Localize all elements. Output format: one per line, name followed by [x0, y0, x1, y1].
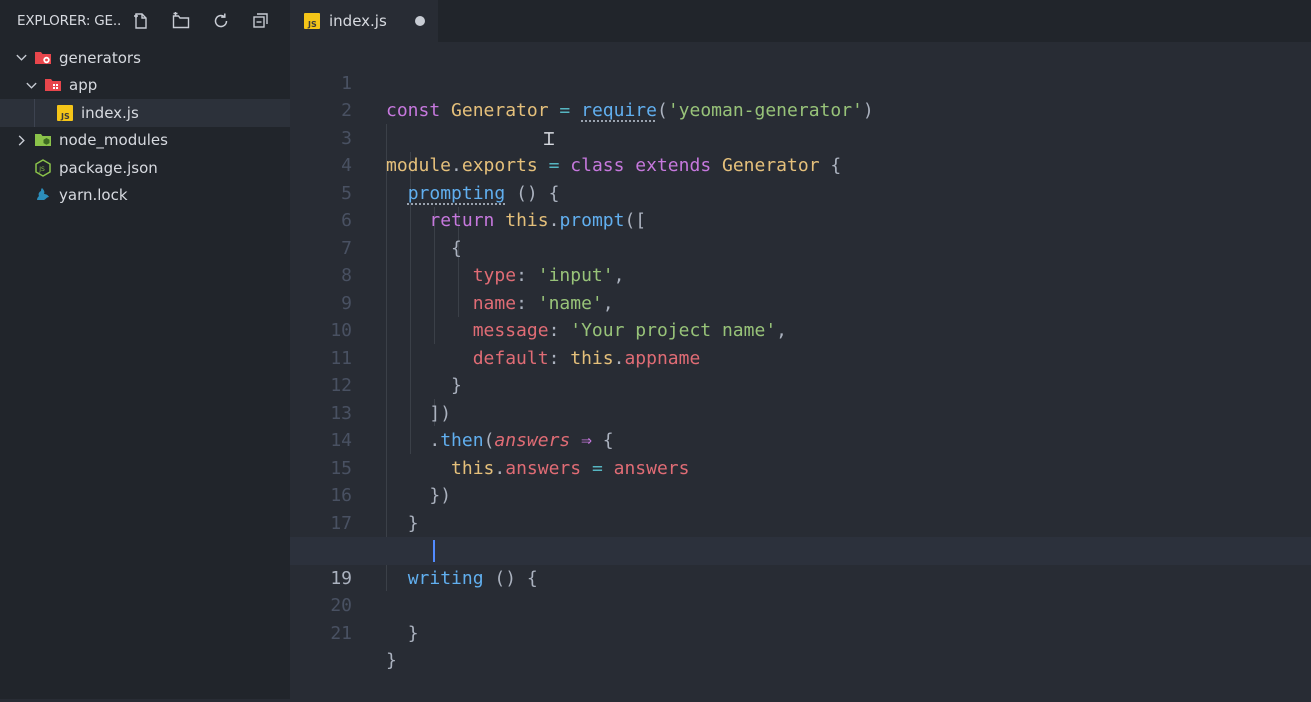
code-line[interactable]: 12 ]) [290, 345, 1311, 373]
code-line[interactable]: 4 prompting () { [290, 125, 1311, 153]
tab-index-js[interactable]: JS index.js [290, 0, 438, 42]
text-cursor [433, 540, 435, 562]
code-line[interactable]: 13 .then(answers ⇒ { [290, 372, 1311, 400]
tree-item-label: node_modules [59, 131, 168, 149]
js-file-icon: JS [56, 104, 74, 122]
file-tree: generators app JS index.js node_modules … [0, 44, 290, 209]
tree-indent-guide [34, 99, 35, 127]
new-folder-icon[interactable] [161, 8, 201, 34]
tree-item-label: generators [59, 49, 141, 67]
code-line[interactable]: 17 [290, 482, 1311, 510]
code-line[interactable]: 18 writing () { [290, 510, 1311, 538]
unsaved-dot-icon[interactable] [415, 16, 425, 26]
code-area[interactable]: 1 const Generator = require('yeoman-gene… [290, 42, 1311, 699]
chevron-right-icon [14, 133, 28, 147]
explorer-header: EXPLORER: GE... [0, 0, 290, 42]
code-line[interactable]: 8 name: 'name', [290, 235, 1311, 263]
folder-generators-icon [34, 49, 52, 67]
code-line[interactable]: 3 module.exports = class extends Generat… [290, 97, 1311, 125]
code-line[interactable]: 5 return this.prompt([ [290, 152, 1311, 180]
tree-item-label: package.json [59, 159, 158, 177]
tab-label: index.js [329, 12, 387, 30]
yarn-icon [34, 186, 52, 204]
code-line[interactable]: 20 } [290, 565, 1311, 593]
tree-item-label: app [69, 76, 97, 94]
refresh-icon[interactable] [201, 8, 241, 34]
tree-item-generators[interactable]: generators [0, 44, 290, 72]
mouse-ibeam-cursor-icon: Ɪ [544, 127, 554, 151]
svg-text:JS: JS [307, 20, 317, 29]
line-content: } [386, 620, 419, 648]
code-line[interactable]: 14 this.answers = answers [290, 400, 1311, 428]
folder-node-icon [34, 131, 52, 149]
svg-text:JS: JS [60, 112, 70, 121]
code-line[interactable]: 11 } [290, 317, 1311, 345]
code-line[interactable]: 1 const Generator = require('yeoman-gene… [290, 42, 1311, 70]
code-line-current[interactable]: 19 [290, 537, 1311, 565]
explorer-sidebar: EXPLORER: GE... generators app JS index.… [0, 0, 290, 699]
line-number: 21 [290, 620, 352, 648]
tree-item-node-modules[interactable]: node_modules [0, 127, 290, 155]
folder-app-icon [44, 76, 62, 94]
tree-item-label: index.js [81, 104, 139, 122]
code-line[interactable]: 21 } [290, 592, 1311, 620]
tree-item-app[interactable]: app [0, 72, 290, 100]
svg-text:JS: JS [38, 166, 45, 173]
code-line[interactable]: 9 message: 'Your project name', [290, 262, 1311, 290]
explorer-title: EXPLORER: GE... [17, 13, 121, 29]
code-line[interactable]: 15 }) [290, 427, 1311, 455]
editor-pane: JS index.js 1 const Generator = require(… [290, 0, 1311, 699]
js-file-icon: JS [303, 12, 321, 30]
chevron-down-icon [24, 78, 38, 92]
tree-item-yarn-lock[interactable]: yarn.lock [0, 182, 290, 210]
editor-window: EXPLORER: GE... generators app JS index.… [0, 0, 1311, 699]
tab-bar: JS index.js [290, 0, 1311, 42]
code-line[interactable]: 6 { [290, 180, 1311, 208]
new-file-icon[interactable] [121, 8, 161, 34]
collapse-all-icon[interactable] [241, 8, 281, 34]
code-line[interactable]: 10 default: this.appname [290, 290, 1311, 318]
code-line[interactable]: 2 [290, 70, 1311, 98]
tree-item-package-json[interactable]: JS package.json [0, 154, 290, 182]
tree-item-label: yarn.lock [59, 186, 128, 204]
nodejs-icon: JS [34, 159, 52, 177]
code-line[interactable]: 7 type: 'input', [290, 207, 1311, 235]
chevron-down-icon [14, 51, 28, 65]
tree-item-index-js[interactable]: JS index.js [0, 99, 290, 127]
code-line[interactable]: 16 } [290, 455, 1311, 483]
line-content: } [386, 647, 397, 675]
